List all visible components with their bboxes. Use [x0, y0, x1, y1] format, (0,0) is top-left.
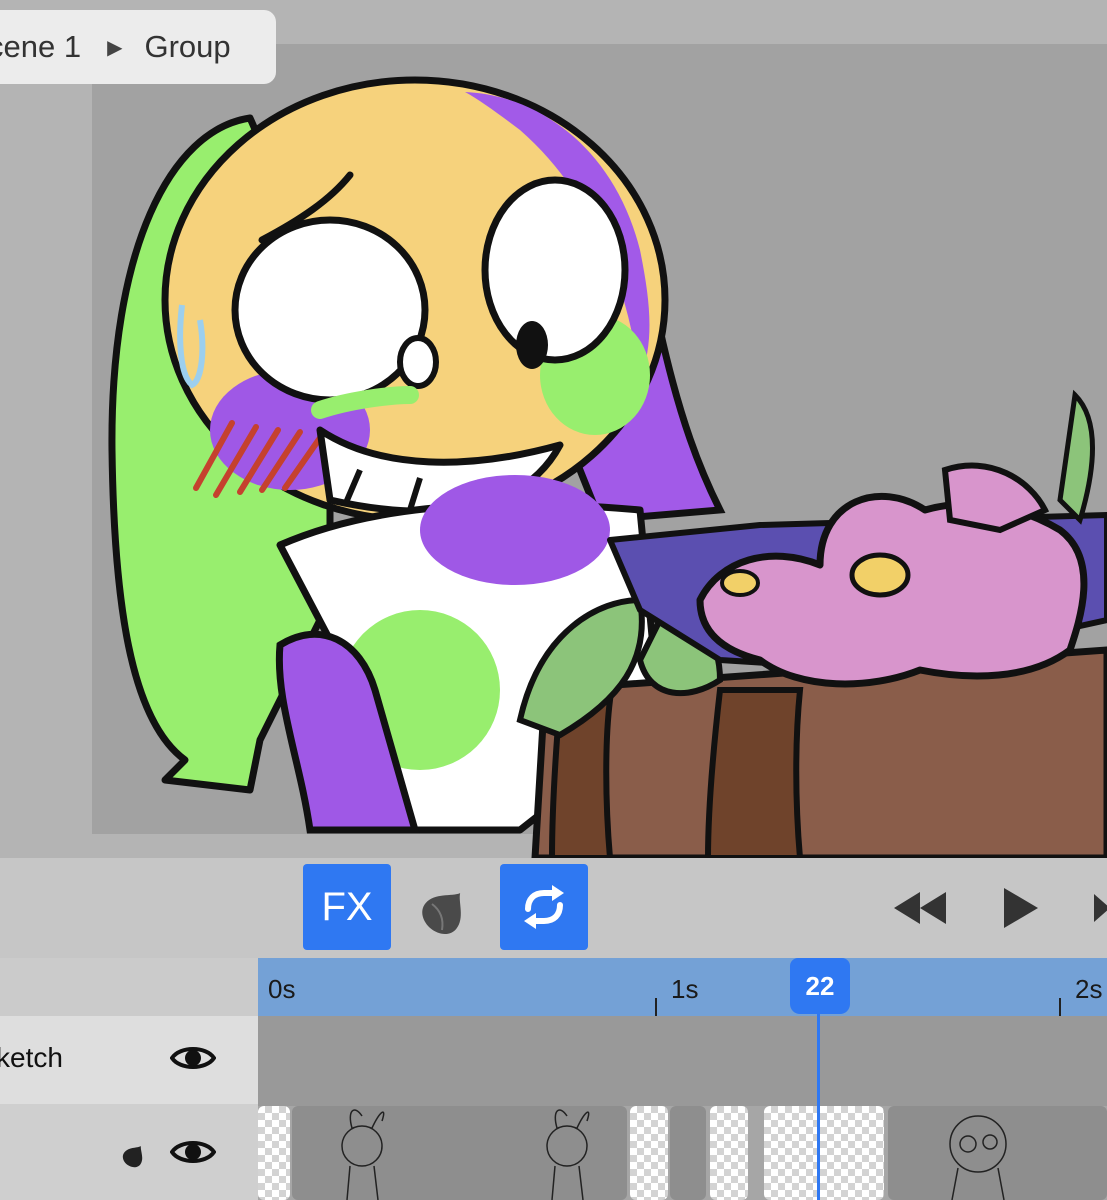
eye-icon[interactable] [170, 1038, 216, 1078]
artwork-illustration [108, 76, 1107, 858]
layer-row-sketch[interactable]: ketch [0, 1016, 258, 1104]
frame-thumbnail-sketch [341, 1109, 590, 1200]
loop-icon [524, 885, 564, 929]
playhead-line[interactable] [817, 1010, 820, 1200]
eye-icon[interactable] [170, 1132, 216, 1172]
breadcrumb-separator: ▶ [107, 36, 123, 59]
frame-thumbnail-sketch [949, 1115, 1007, 1200]
onion-skin-icon[interactable] [120, 1142, 148, 1168]
breadcrumb-group[interactable]: Group [144, 29, 230, 65]
frame-cell[interactable] [670, 1106, 706, 1200]
fx-label: FX [321, 884, 373, 929]
layers-panel: ketch [0, 958, 258, 1200]
tick-label-2s: 2s [1075, 974, 1103, 1004]
layer-name: ketch [0, 1042, 63, 1073]
frame-cell[interactable] [764, 1106, 884, 1200]
play-icon[interactable] [1000, 886, 1040, 930]
fx-button[interactable]: FX [303, 864, 391, 950]
frame-cell[interactable] [292, 1106, 627, 1200]
playhead-frame-badge[interactable]: 22 [790, 958, 850, 1014]
layer-row[interactable] [0, 1104, 258, 1200]
track-frames[interactable] [258, 1106, 1107, 1200]
rewind-icon[interactable] [892, 890, 948, 926]
track-sketch[interactable] [258, 1016, 1107, 1106]
frame-cell[interactable] [258, 1106, 290, 1200]
onion-skin-icon[interactable] [418, 882, 474, 938]
skip-forward-icon[interactable] [1090, 886, 1107, 930]
tick-mark [1059, 998, 1061, 1016]
loop-button[interactable] [500, 864, 588, 950]
canvas-area[interactable]: cene 1 ▶ Group [0, 0, 1107, 858]
frame-cell[interactable] [710, 1106, 748, 1200]
frame-cell[interactable] [888, 1106, 1107, 1200]
animation-toolbar: FX [0, 858, 1107, 958]
breadcrumb-scene[interactable]: cene 1 [0, 29, 81, 65]
tick-label-0s: 0s [268, 974, 296, 1004]
tick-mark [655, 998, 657, 1016]
tick-label-1s: 1s [671, 974, 699, 1004]
timeline-ruler[interactable]: 0s 1s 2s 22 [258, 958, 1107, 1016]
frame-cell[interactable] [630, 1106, 668, 1200]
breadcrumb[interactable]: cene 1 ▶ Group [0, 10, 276, 84]
